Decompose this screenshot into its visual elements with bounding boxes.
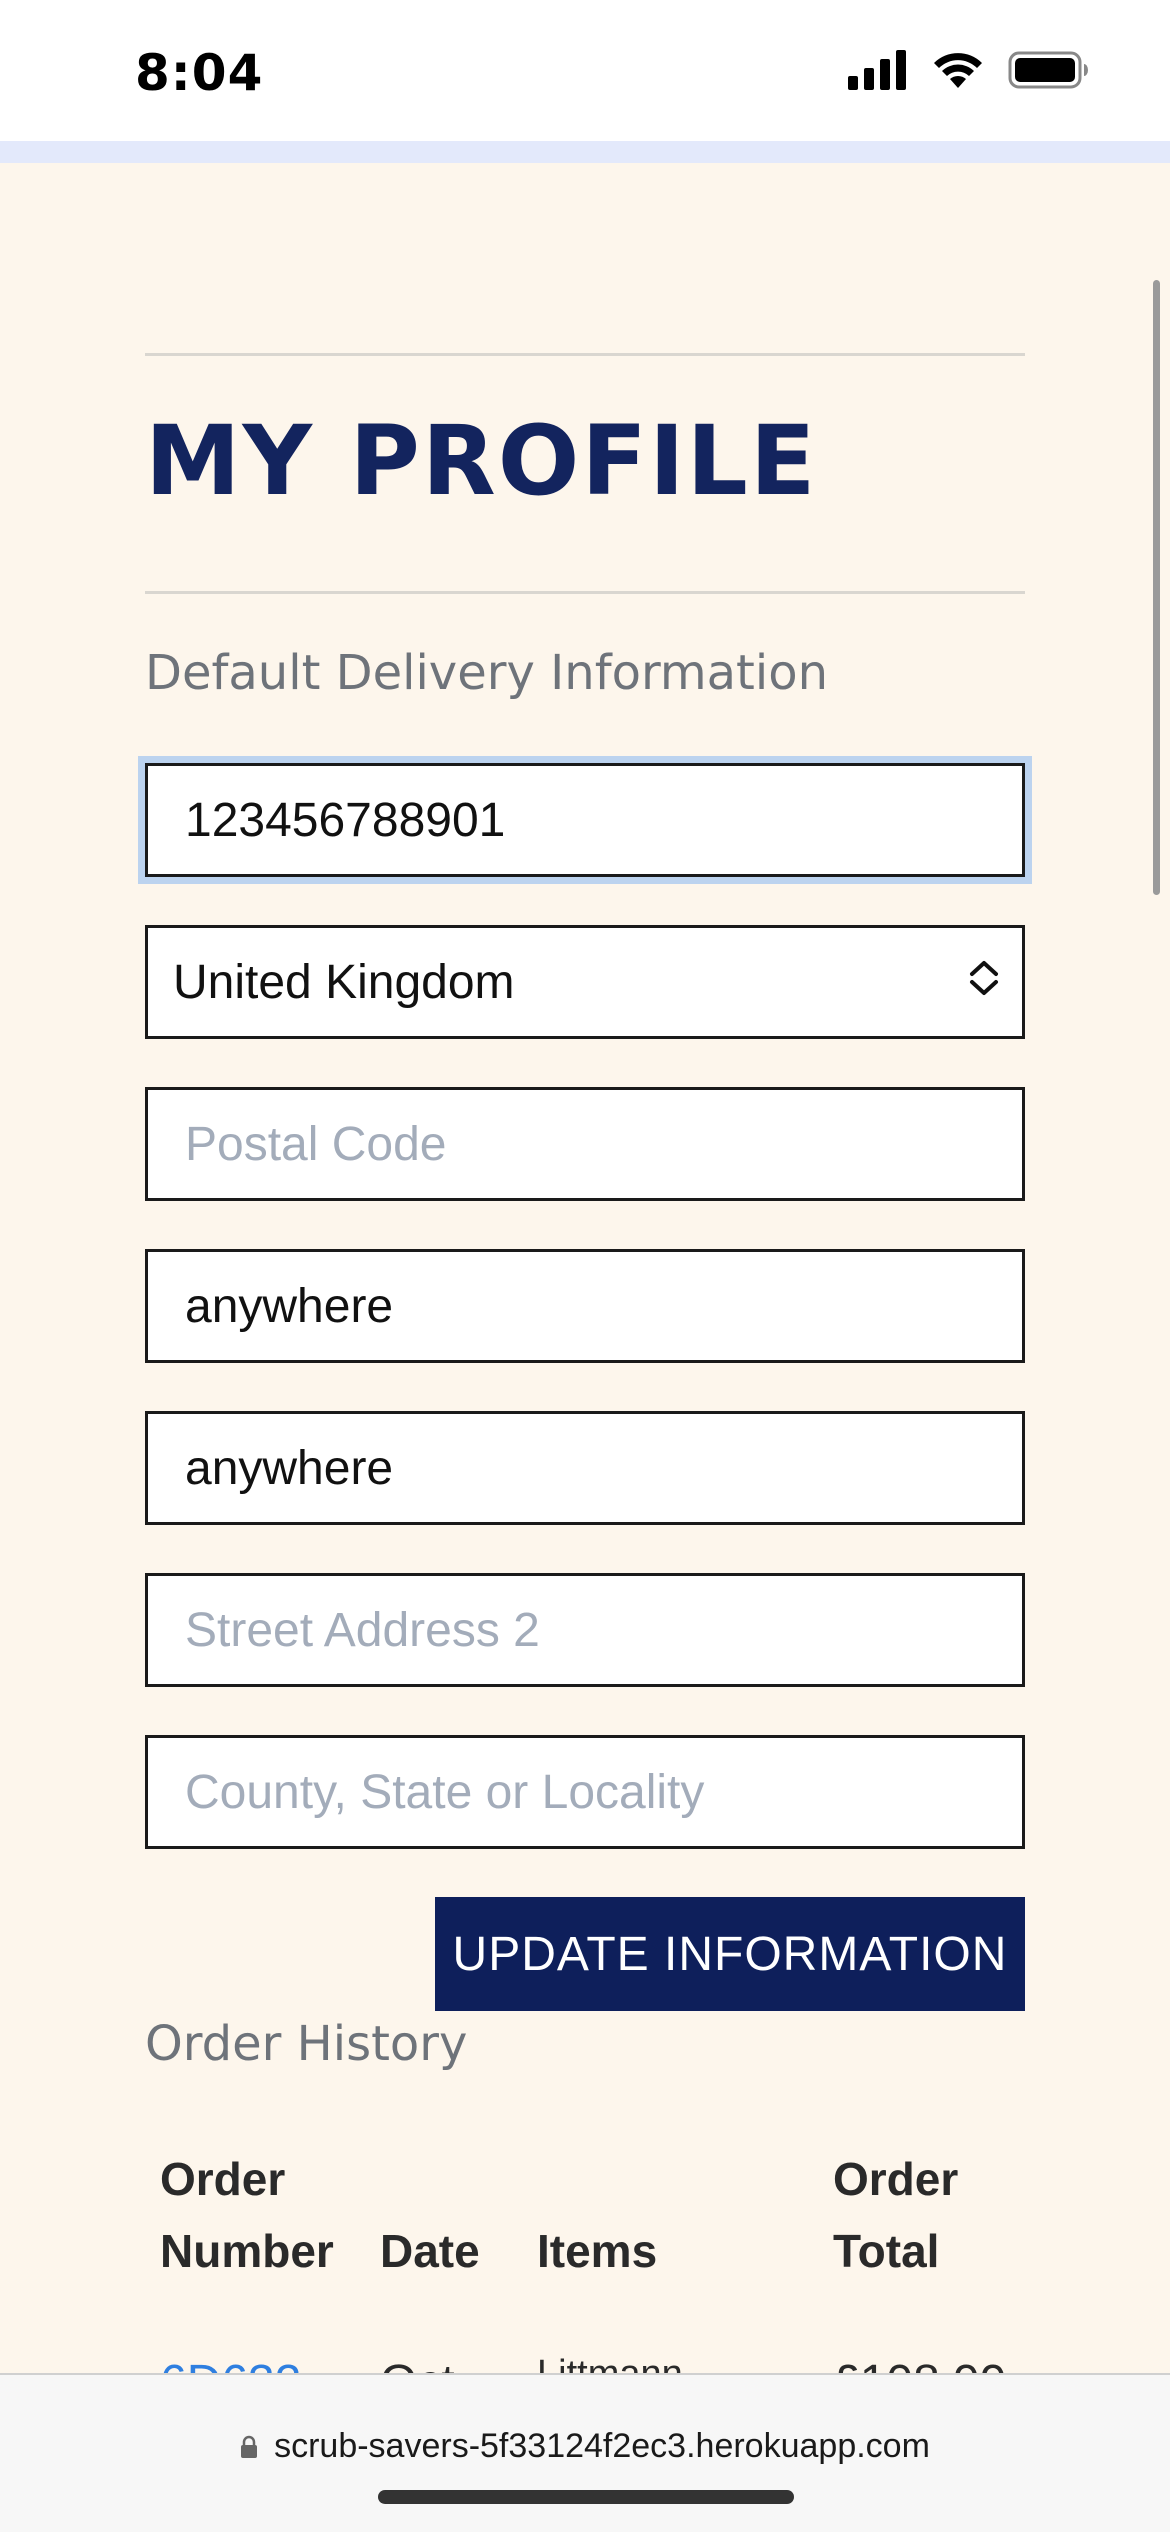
status-bar: 8:04 [0, 0, 1170, 141]
phone-number-input[interactable]: 123456788901 [145, 763, 1025, 877]
select-arrows-icon [966, 955, 1002, 1010]
update-information-button[interactable]: UPDATE INFORMATION [435, 1897, 1025, 2011]
url-text: scrub-savers-5f33124f2ec3.herokuapp.com [274, 2427, 930, 2465]
signal-icon [848, 50, 908, 95]
top-strip [0, 141, 1170, 163]
page-title: MY PROFILE [145, 405, 818, 517]
header-order-total: Order Total [833, 2143, 958, 2287]
scrollbar[interactable] [1153, 280, 1160, 895]
wifi-icon [932, 50, 984, 95]
status-icons [848, 50, 1090, 95]
street-address1-value: anywhere [185, 1441, 394, 1495]
county-placeholder: County, State or Locality [185, 1765, 705, 1819]
street-address2-input[interactable]: Street Address 2 [145, 1573, 1025, 1687]
country-select[interactable]: United Kingdom [145, 925, 1025, 1039]
postcode-placeholder: Postal Code [185, 1117, 447, 1171]
phone-number-value: 123456788901 [185, 793, 506, 847]
street-address2-placeholder: Street Address 2 [185, 1603, 540, 1657]
county-input[interactable]: County, State or Locality [145, 1735, 1025, 1849]
browser-url-bar[interactable]: scrub-savers-5f33124f2ec3.herokuapp.com [0, 2373, 1170, 2532]
street-address1-input[interactable]: anywhere [145, 1411, 1025, 1525]
header-items: Items [537, 2225, 658, 2277]
country-value: United Kingdom [173, 955, 515, 1009]
header-order-number-line1: Order [160, 2153, 286, 2205]
header-date: Date [380, 2225, 480, 2277]
battery-icon [1008, 50, 1090, 95]
lock-icon [240, 2429, 258, 2458]
divider-top [145, 353, 1025, 356]
header-order-number-line2: Number [160, 2225, 334, 2277]
town-input[interactable]: anywhere [145, 1249, 1025, 1363]
status-time: 8:04 [135, 44, 264, 102]
town-value: anywhere [185, 1279, 394, 1333]
delivery-section-label: Default Delivery Information [145, 645, 828, 701]
header-order-total-line1: Order [833, 2153, 959, 2205]
home-indicator[interactable] [378, 2490, 794, 2504]
order-history-label: Order History [145, 2016, 468, 2072]
url-display[interactable]: scrub-savers-5f33124f2ec3.herokuapp.com [0, 2427, 1170, 2466]
postcode-input[interactable]: Postal Code [145, 1087, 1025, 1201]
header-order-total-line2: Total [833, 2225, 940, 2277]
divider-bottom [145, 591, 1025, 594]
header-order-number: Order Number [160, 2143, 334, 2287]
